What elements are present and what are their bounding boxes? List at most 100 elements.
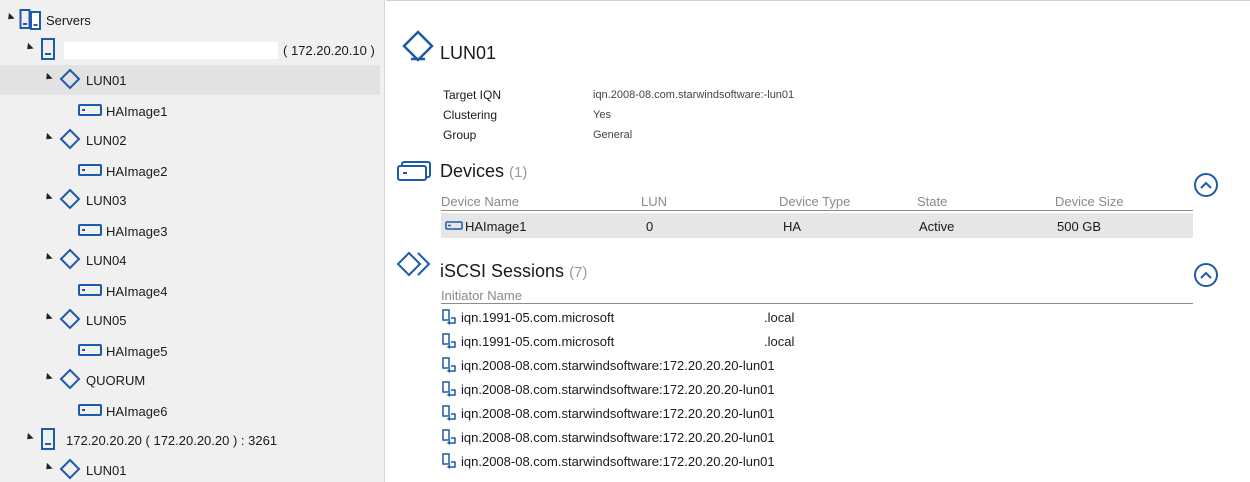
tree-label-server-2: 172.20.20.20 ( 172.20.20.20 ) : 3261: [66, 433, 278, 448]
disk-image-icon: [78, 284, 102, 296]
tree-label-target: LUN03: [86, 193, 127, 208]
chevron-up-icon: [1200, 271, 1212, 279]
column-header-lun[interactable]: LUN: [641, 194, 667, 209]
column-header-device-size[interactable]: Device Size: [1055, 194, 1124, 209]
target-diamond-icon: [59, 188, 81, 210]
tree-node-haimage5[interactable]: HAImage5: [0, 335, 384, 365]
list-item[interactable]: iqn.1991-05.com.microsoft .local: [442, 329, 1193, 353]
tree-node-lun02[interactable]: LUN02: [0, 125, 384, 155]
disk-image-icon: [78, 224, 102, 236]
session-initiator-name: iqn.2008-08.com.starwindsoftware:172.20.…: [461, 453, 775, 469]
expand-arrow-icon[interactable]: [43, 72, 53, 83]
server-icon: [41, 38, 55, 60]
tree-node-server2-lun01[interactable]: LUN01: [0, 455, 384, 482]
column-header-initiator-name[interactable]: Initiator Name: [441, 288, 522, 303]
sessions-count: (7): [569, 264, 588, 281]
table-row[interactable]: HAImage1 0 HA Active 500 GB: [441, 213, 1193, 238]
collapse-devices-button[interactable]: [1194, 173, 1218, 197]
session-initiator-name: iqn.2008-08.com.starwindsoftware:172.20.…: [461, 429, 775, 445]
target-diamond-icon: [59, 458, 81, 480]
tree-node-server-1[interactable]: ( 172.20.20.10 ): [0, 35, 384, 65]
tree-label-image: HAImage2: [106, 164, 168, 179]
expand-arrow-icon[interactable]: [5, 12, 15, 23]
target-diamond-icon: [59, 248, 81, 270]
session-link-icon: [442, 381, 456, 397]
disk-image-icon: [78, 404, 102, 416]
expand-arrow-icon[interactable]: [43, 132, 53, 143]
expand-arrow-icon[interactable]: [43, 192, 53, 203]
list-item[interactable]: iqn.2008-08.com.starwindsoftware:172.20.…: [442, 401, 1193, 425]
disk-image-icon: [78, 164, 102, 176]
devices-icon: [397, 161, 431, 181]
session-link-icon: [442, 429, 456, 445]
server-icon: [41, 428, 55, 450]
target-diamond-icon: [59, 308, 81, 330]
expand-arrow-icon[interactable]: [24, 432, 34, 443]
property-value: Yes: [593, 109, 611, 121]
session-initiator-name: iqn.1991-05.com.microsoft: [461, 309, 615, 325]
expand-arrow-icon[interactable]: [43, 462, 53, 473]
list-item[interactable]: iqn.2008-08.com.starwindsoftware:172.20.…: [442, 353, 1193, 377]
column-header-device-name[interactable]: Device Name: [441, 194, 519, 209]
target-diamond-icon: [402, 30, 434, 62]
cell-device-name: HAImage1: [465, 219, 527, 234]
list-item[interactable]: iqn.2008-08.com.starwindsoftware:172.20.…: [442, 449, 1193, 473]
cell-device-size: 500 GB: [1057, 219, 1102, 234]
page-title: LUN01: [440, 43, 497, 63]
tree-label-server-1-address: ( 172.20.20.10 ): [283, 43, 375, 58]
column-header-device-type[interactable]: Device Type: [779, 194, 850, 209]
session-initiator-name: iqn.2008-08.com.starwindsoftware:172.20.…: [461, 405, 775, 421]
session-link-icon: [442, 453, 456, 469]
iscsi-sessions-icon: [397, 251, 431, 277]
list-item[interactable]: iqn.2008-08.com.starwindsoftware:172.20.…: [442, 377, 1193, 401]
tree-label-image: HAImage3: [106, 224, 168, 239]
server-tree[interactable]: Servers ( 172.20.20.10 ) LUN01 HAImage1 …: [0, 0, 385, 482]
table-header-divider: [441, 303, 1193, 304]
redacted-server-name: [64, 42, 278, 59]
tree-node-haimage6[interactable]: HAImage6: [0, 395, 384, 425]
tree-node-haimage2[interactable]: HAImage2: [0, 155, 384, 185]
session-initiator-name: iqn.2008-08.com.starwindsoftware:172.20.…: [461, 357, 775, 373]
expand-arrow-icon[interactable]: [24, 42, 34, 53]
expand-arrow-icon[interactable]: [43, 312, 53, 323]
tree-label-image: HAImage6: [106, 404, 168, 419]
detail-panel: LUN01 Target IQN iqn.2008-08.com.starwin…: [386, 0, 1250, 482]
tree-node-lun01[interactable]: LUN01: [0, 65, 380, 95]
list-item[interactable]: iqn.2008-08.com.starwindsoftware:172.20.…: [442, 425, 1193, 449]
session-initiator-name: iqn.1991-05.com.microsoft: [461, 333, 615, 349]
session-link-icon: [442, 405, 456, 421]
column-header-state[interactable]: State: [917, 194, 947, 209]
devices-title: Devices: [440, 161, 505, 181]
list-item[interactable]: iqn.1991-05.com.microsoft .local: [442, 305, 1193, 329]
sessions-section-header: iSCSI Sessions (7): [440, 261, 587, 282]
collapse-sessions-button[interactable]: [1194, 263, 1218, 287]
chevron-up-icon: [1200, 181, 1212, 189]
tree-node-server-2[interactable]: 172.20.20.20 ( 172.20.20.20 ) : 3261: [0, 425, 384, 455]
tree-label-image: HAImage4: [106, 284, 168, 299]
tree-node-haimage3[interactable]: HAImage3: [0, 215, 384, 245]
disk-image-icon: [445, 221, 463, 230]
property-label: Clustering: [443, 108, 498, 122]
tree-label-target: LUN04: [86, 253, 127, 268]
tree-node-quorum[interactable]: QUORUM: [0, 365, 384, 395]
tree-node-lun04[interactable]: LUN04: [0, 245, 384, 275]
cell-state: Active: [919, 219, 955, 234]
session-initiator-domain: .local: [764, 309, 795, 325]
tree-node-haimage4[interactable]: HAImage4: [0, 275, 384, 305]
tree-node-lun03[interactable]: LUN03: [0, 185, 384, 215]
devices-section-header: Devices (1): [440, 161, 527, 182]
tree-node-lun05[interactable]: LUN05: [0, 305, 384, 335]
tree-label-image: HAImage1: [106, 104, 168, 119]
expand-arrow-icon[interactable]: [43, 372, 53, 383]
expand-arrow-icon[interactable]: [43, 252, 53, 263]
target-diamond-icon: [59, 368, 81, 390]
tree-node-servers[interactable]: Servers: [0, 5, 384, 35]
session-link-icon: [442, 333, 456, 349]
session-link-icon: [442, 357, 456, 373]
tree-node-haimage1[interactable]: HAImage1: [0, 95, 384, 125]
target-diamond-icon: [59, 68, 81, 90]
tree-label-target: LUN05: [86, 313, 127, 328]
session-initiator-domain: .local: [764, 333, 795, 349]
cell-lun: 0: [646, 219, 654, 234]
target-diamond-icon: [59, 128, 81, 150]
